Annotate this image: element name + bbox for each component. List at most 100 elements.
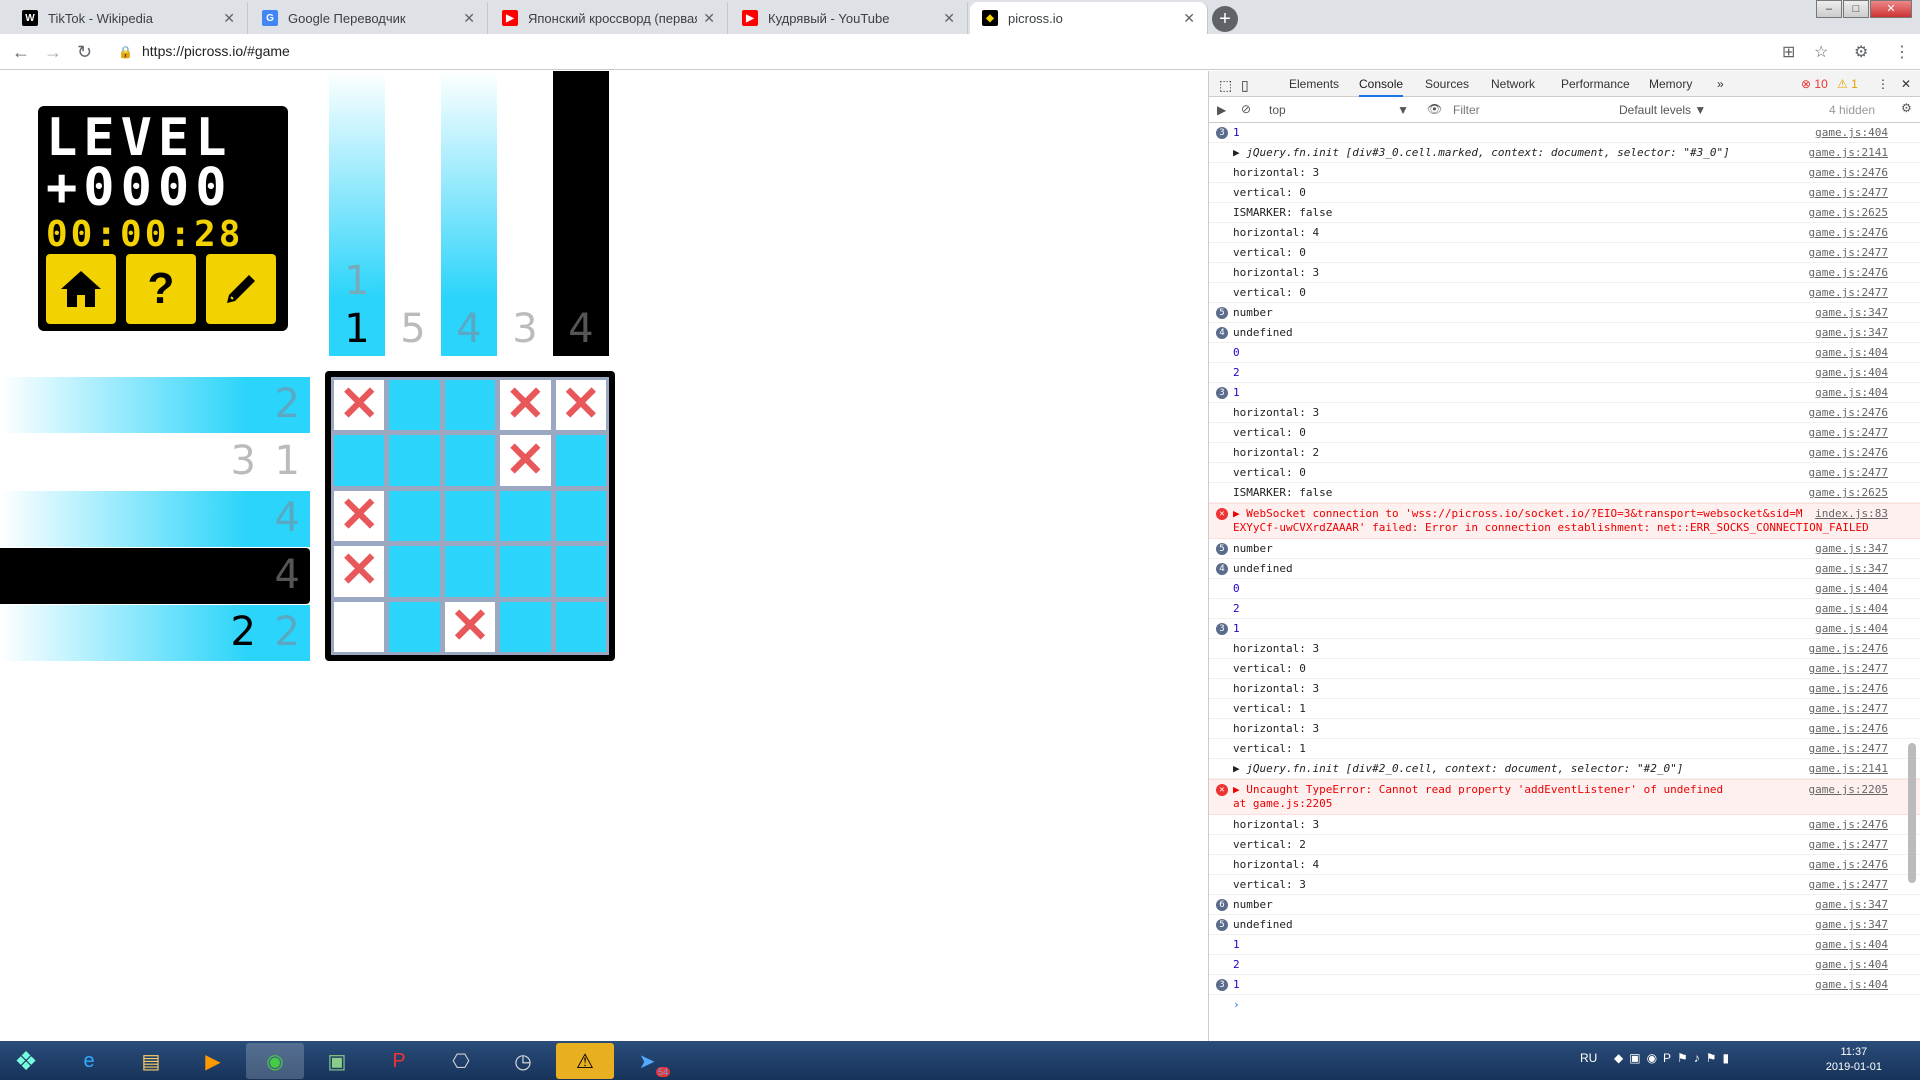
console-message[interactable]: horizontal: 3 game.js:2476 [1209, 815, 1920, 835]
grid-cell[interactable] [555, 435, 606, 486]
source-link[interactable]: game.js:347 [1815, 539, 1888, 559]
warning-count[interactable]: ⚠ 1 [1837, 77, 1858, 91]
edit-button[interactable] [206, 254, 276, 324]
source-link[interactable]: game.js:2476 [1809, 719, 1888, 739]
console-message[interactable]: 3 1 game.js:404 [1209, 123, 1920, 143]
devtools-tab-memory[interactable]: Memory [1649, 77, 1692, 91]
chrome-icon[interactable]: ◉ [246, 1043, 304, 1079]
console-message[interactable]: 2 game.js:404 [1209, 363, 1920, 383]
console-message[interactable]: horizontal: 3 game.js:2476 [1209, 679, 1920, 699]
close-tab-icon[interactable]: ✕ [943, 10, 955, 27]
source-link[interactable]: game.js:2476 [1809, 679, 1888, 699]
console-output[interactable]: 3 1 game.js:404 ▶ jQuery.fn.init [div#3_0.c… [1209, 123, 1920, 1035]
context-select[interactable]: top ▼ [1269, 103, 1409, 117]
source-link[interactable]: game.js:2477 [1809, 183, 1888, 203]
grid-cell[interactable]: ✕ [500, 380, 551, 431]
source-link[interactable]: game.js:2477 [1809, 243, 1888, 263]
source-link[interactable]: game.js:404 [1815, 123, 1888, 143]
console-error[interactable]: ✕ ▶ Uncaught TypeError: Cannot read prope… [1209, 779, 1920, 815]
grid-cell[interactable] [389, 435, 440, 486]
source-link[interactable]: game.js:2477 [1809, 699, 1888, 719]
source-link[interactable]: game.js:2477 [1809, 835, 1888, 855]
console-message[interactable]: vertical: 1 game.js:2477 [1209, 699, 1920, 719]
grid-cell[interactable] [444, 380, 496, 431]
warning-app-icon[interactable]: ⚠ [556, 1043, 614, 1079]
console-message[interactable]: 5 number game.js:347 [1209, 303, 1920, 323]
source-link[interactable]: game.js:2476 [1809, 815, 1888, 835]
home-button[interactable] [46, 254, 116, 324]
source-link[interactable]: game.js:404 [1815, 383, 1888, 403]
system-clock[interactable]: 11:37 2019-01-01 [1826, 1045, 1882, 1075]
devtools-tab-[interactable]: » [1717, 77, 1724, 91]
source-link[interactable]: game.js:2477 [1809, 659, 1888, 679]
grid-cell[interactable]: ✕ [500, 435, 551, 486]
back-icon[interactable]: ← [12, 42, 30, 63]
console-message[interactable]: vertical: 2 game.js:2477 [1209, 835, 1920, 855]
source-link[interactable]: index.js:83 [1815, 507, 1888, 521]
console-message[interactable]: 4 undefined game.js:347 [1209, 323, 1920, 343]
console-scrollbar[interactable] [1908, 743, 1916, 883]
source-link[interactable]: game.js:2476 [1809, 263, 1888, 283]
translate-icon[interactable]: ⊞ [1782, 42, 1795, 62]
console-message[interactable]: horizontal: 3 game.js:2476 [1209, 403, 1920, 423]
grid-cell[interactable] [500, 490, 551, 542]
new-tab-button[interactable]: + [1212, 6, 1238, 32]
devtools-tab-console[interactable]: Console [1359, 77, 1404, 97]
sidebar-toggle-icon[interactable]: ▶ [1217, 103, 1226, 117]
console-message[interactable]: horizontal: 4 game.js:2476 [1209, 855, 1920, 875]
source-link[interactable]: game.js:404 [1815, 975, 1888, 995]
console-message[interactable]: horizontal: 3 game.js:2476 [1209, 639, 1920, 659]
grid-cell[interactable] [334, 435, 385, 486]
source-link[interactable]: game.js:2477 [1809, 875, 1888, 895]
source-link[interactable]: game.js:2476 [1809, 639, 1888, 659]
close-tab-icon[interactable]: ✕ [223, 10, 235, 27]
console-message[interactable]: vertical: 0 game.js:2477 [1209, 183, 1920, 203]
console-message[interactable]: ▶ jQuery.fn.init [div#3_0.cell.marked, c… [1209, 143, 1920, 163]
device-icon[interactable]: ▯ [1241, 77, 1249, 94]
maximize-button[interactable]: □ [1843, 0, 1869, 18]
source-link[interactable]: game.js:404 [1815, 363, 1888, 383]
console-message[interactable]: horizontal: 2 game.js:2476 [1209, 443, 1920, 463]
console-message[interactable]: 2 game.js:404 [1209, 599, 1920, 619]
grid-cell[interactable] [444, 490, 496, 542]
explorer-icon[interactable]: ▤ [122, 1043, 180, 1079]
clock-app-icon[interactable]: ◷ [494, 1043, 552, 1079]
grid-cell[interactable]: ✕ [444, 601, 496, 652]
source-link[interactable]: game.js:2477 [1809, 423, 1888, 443]
grid-cell[interactable] [555, 490, 606, 542]
source-link[interactable]: game.js:2141 [1809, 759, 1888, 779]
source-link[interactable]: game.js:347 [1815, 915, 1888, 935]
app-icon[interactable]: ▣ [308, 1043, 366, 1079]
grid-cell[interactable] [389, 601, 440, 652]
console-message[interactable]: horizontal: 4 game.js:2476 [1209, 223, 1920, 243]
grid-cell[interactable]: ✕ [334, 380, 385, 431]
close-devtools-icon[interactable]: ✕ [1901, 77, 1911, 91]
console-message[interactable]: vertical: 3 game.js:2477 [1209, 875, 1920, 895]
devtools-tab-network[interactable]: Network [1491, 77, 1535, 91]
console-message[interactable]: horizontal: 3 game.js:2476 [1209, 263, 1920, 283]
browser-tab[interactable]: W TikTok - Wikipedia ✕ [10, 2, 248, 34]
source-link[interactable]: game.js:2477 [1809, 739, 1888, 759]
console-message[interactable]: 0 game.js:404 [1209, 343, 1920, 363]
grid-cell[interactable] [389, 546, 440, 597]
console-message[interactable]: 1 game.js:404 [1209, 935, 1920, 955]
media-player-icon[interactable]: ▶ [184, 1043, 242, 1079]
console-message[interactable]: 2 game.js:404 [1209, 955, 1920, 975]
grid-cell[interactable] [334, 601, 385, 652]
grid-cell[interactable] [500, 601, 551, 652]
extension-icon[interactable]: ⚙ [1854, 42, 1868, 62]
error-count[interactable]: ⊗ 10 [1801, 77, 1828, 91]
language-indicator[interactable]: RU [1580, 1051, 1597, 1065]
network-app-icon[interactable]: ⎔ [432, 1043, 490, 1079]
grid-cell[interactable] [389, 380, 440, 431]
ie-icon[interactable]: e [60, 1043, 118, 1079]
source-link[interactable]: game.js:404 [1815, 619, 1888, 639]
console-message[interactable]: ISMARKER: false game.js:2625 [1209, 483, 1920, 503]
close-window-button[interactable]: ✕ [1870, 0, 1912, 18]
console-message[interactable]: horizontal: 3 game.js:2476 [1209, 719, 1920, 739]
devtools-tab-performance[interactable]: Performance [1561, 77, 1630, 91]
grid-cell[interactable] [389, 490, 440, 542]
inspect-icon[interactable]: ⬚ [1219, 77, 1232, 94]
source-link[interactable]: game.js:404 [1815, 599, 1888, 619]
source-link[interactable]: game.js:2625 [1809, 203, 1888, 223]
